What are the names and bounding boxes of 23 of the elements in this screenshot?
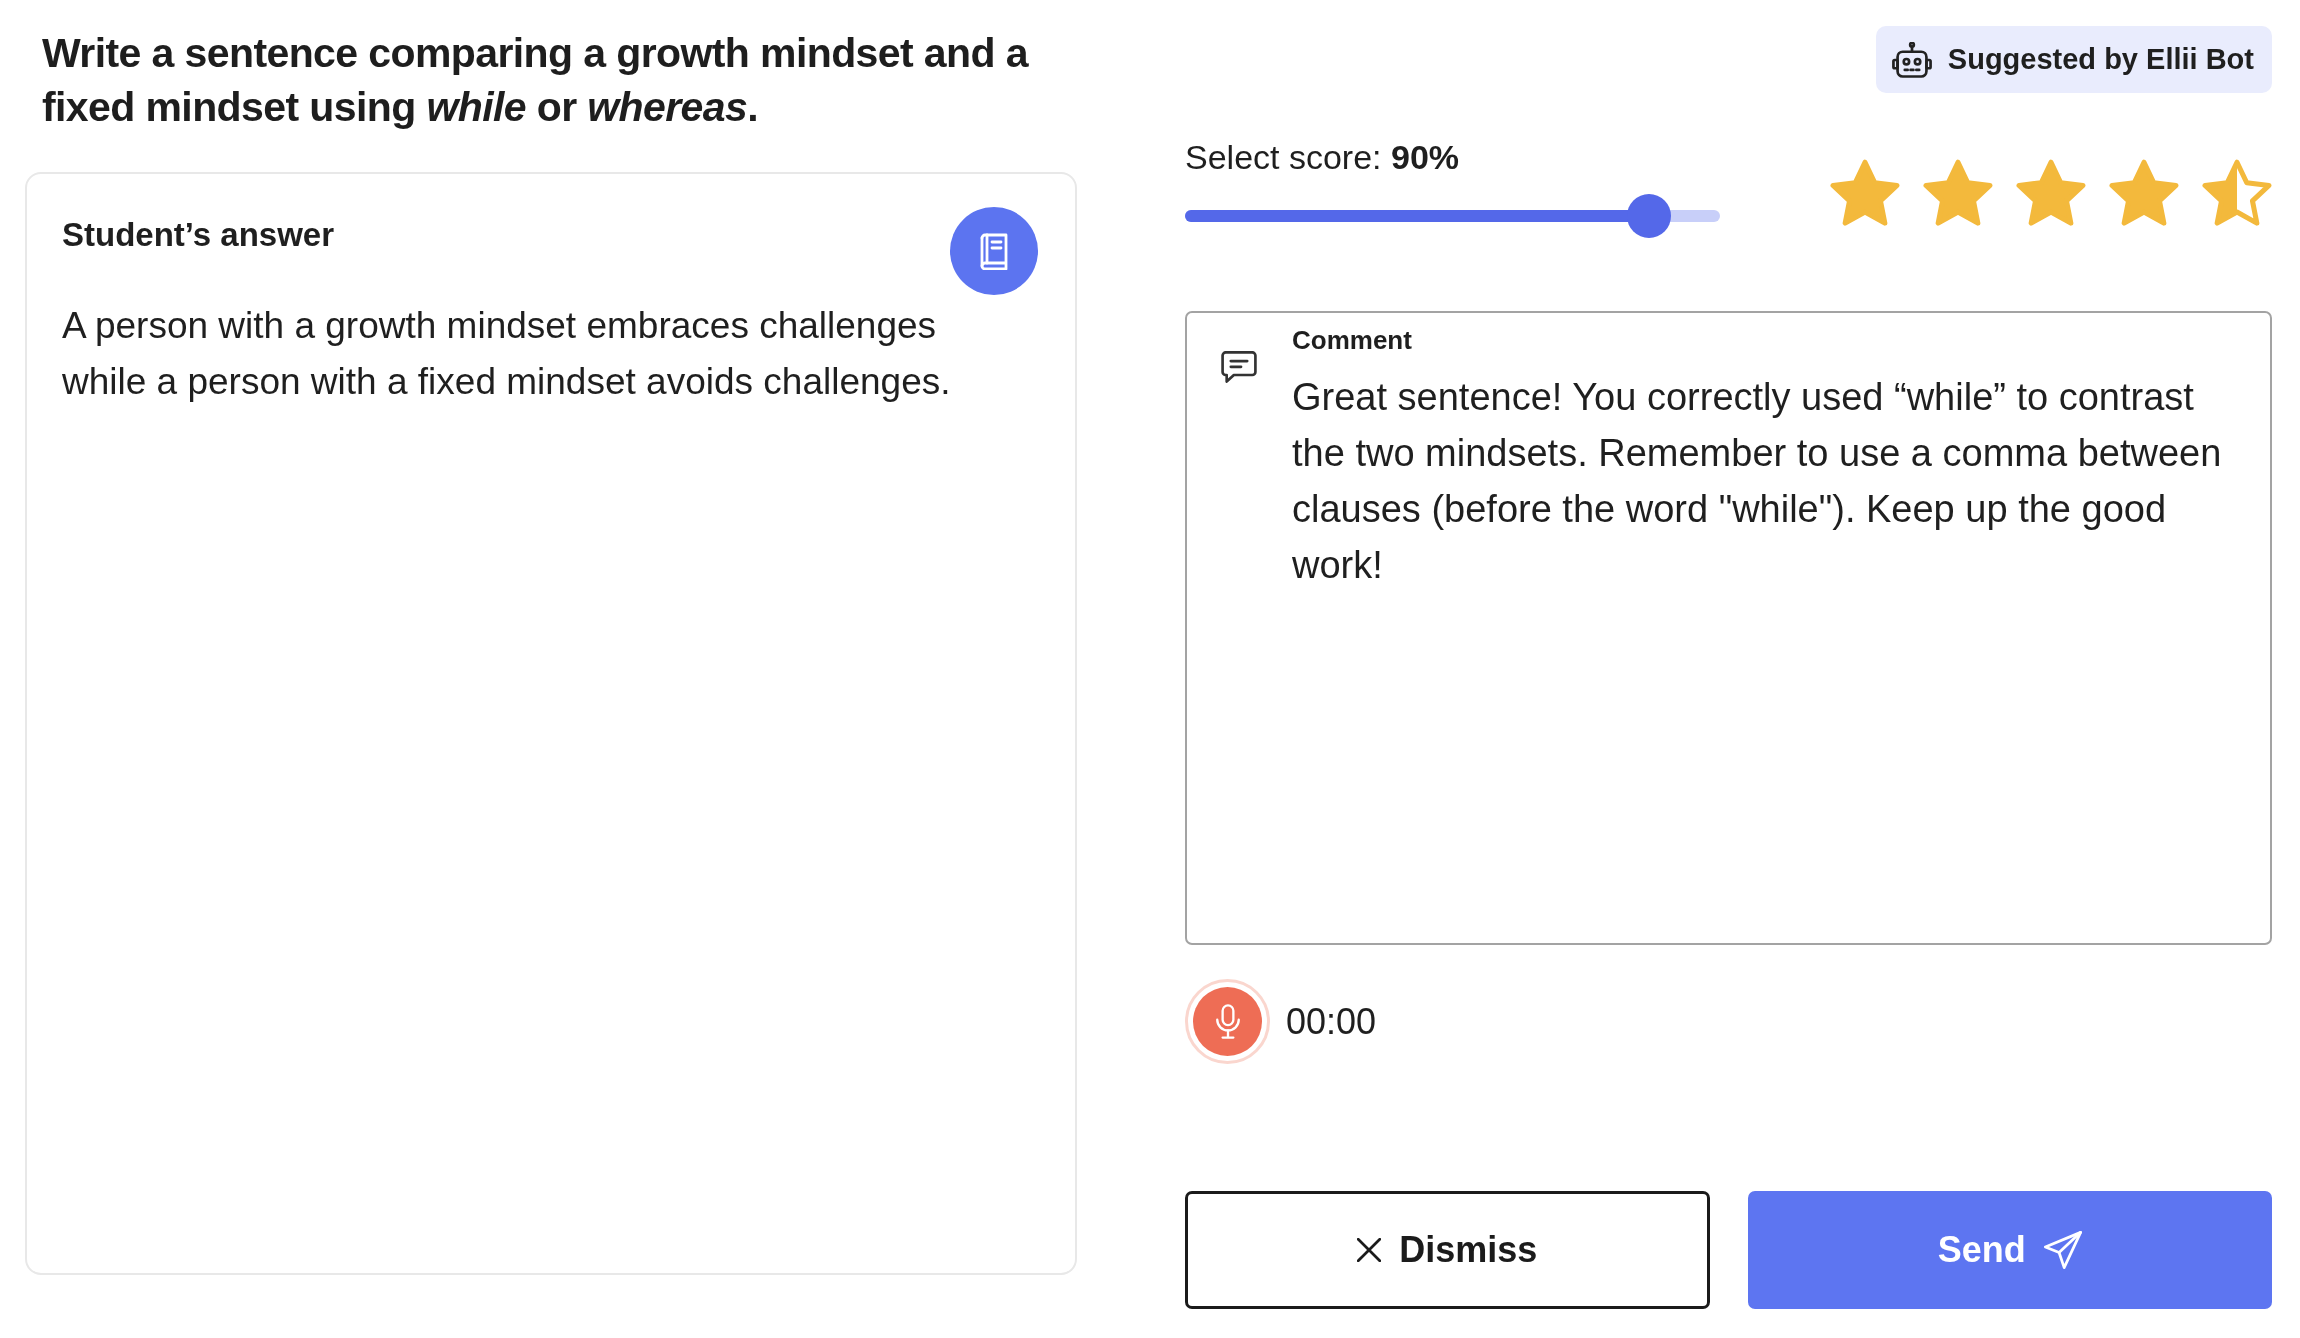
star-rating[interactable]	[1830, 158, 2272, 226]
close-icon	[1357, 1238, 1382, 1262]
star-icon[interactable]	[2016, 158, 2086, 226]
send-button[interactable]: Send	[1747, 1191, 2272, 1309]
student-answer-text: A person with a growth mindset embraces challenges while a person with a fixed mindset avoids challenges.	[62, 304, 952, 404]
comment-text: Great sentence! You correctly used “while” to contrast the two mindsets. Remember to use a comma between clauses (before the word "while"). Keep up the good work!	[1292, 375, 2223, 588]
question-prompt: Write a sentence comparing a growth mindset and a fixed mindset using while or whereas.	[42, 29, 1030, 132]
comment-label: Comment	[1292, 324, 1412, 356]
comment-field[interactable]: Comment Great sentence! You correctly used “while” to contrast the two mindsets. Remember to use a comma between clauses (before the word "while"). Keep up the good work!	[1185, 311, 2272, 945]
book-icon	[979, 232, 1009, 270]
star-icon[interactable]	[1923, 158, 1993, 226]
microphone-icon	[1215, 1004, 1240, 1039]
dismiss-button[interactable]: Dismiss	[1185, 1191, 1710, 1309]
robot-icon	[1891, 41, 1932, 78]
suggestion-label: Suggested by Ellii Bot	[1947, 43, 2254, 76]
star-icon[interactable]	[2109, 158, 2179, 226]
card-title: Student’s answer	[62, 215, 334, 255]
score-label: Select score: 90%	[1185, 137, 1460, 178]
recording-timer: 00:00	[1286, 1000, 1377, 1043]
star-icon[interactable]	[2202, 158, 2272, 226]
comment-icon	[1221, 351, 1257, 383]
star-icon[interactable]	[1830, 158, 1900, 226]
send-icon	[2043, 1231, 2082, 1269]
